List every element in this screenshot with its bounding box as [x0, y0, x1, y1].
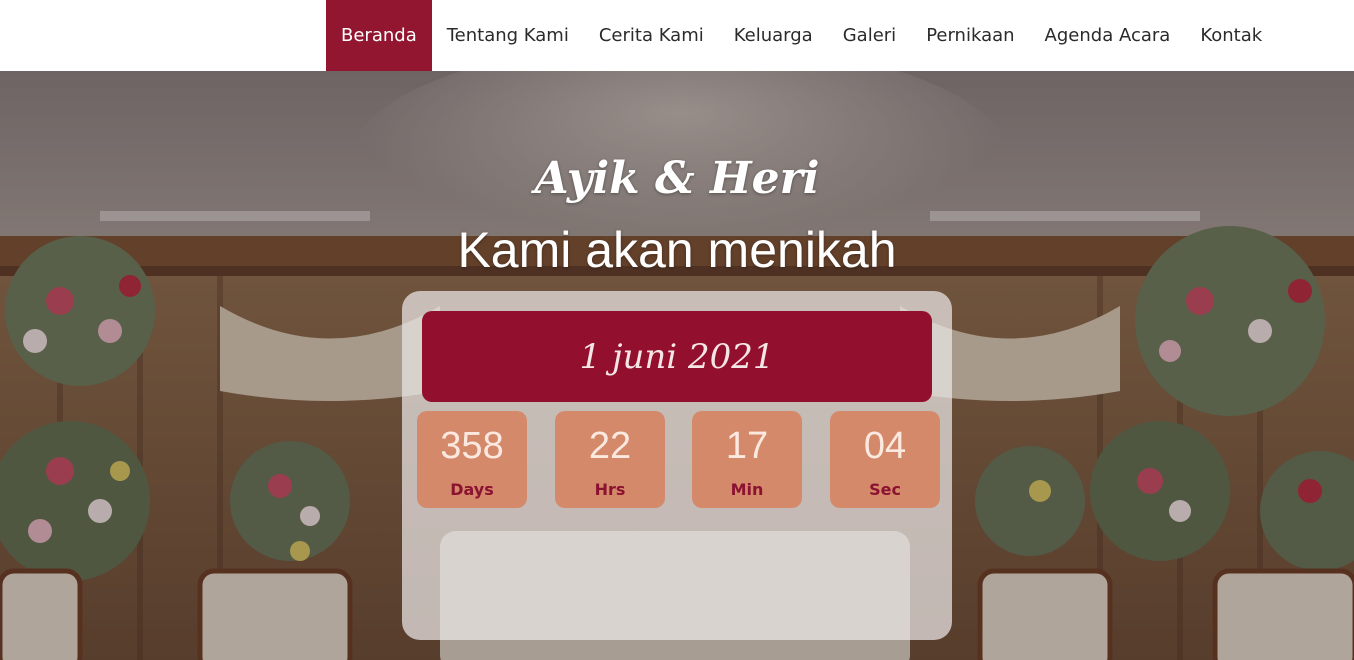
countdown-card: 1 juni 2021 358 Days 22 Hrs 17 Min 04 Se… — [402, 291, 952, 640]
countdown-seconds-label: Sec — [869, 480, 901, 499]
countdown-seconds-value: 04 — [863, 425, 907, 467]
countdown-hours-value: 22 — [588, 425, 632, 467]
top-navbar: Beranda Tentang Kami Cerita Kami Keluarg… — [0, 0, 1354, 71]
main-nav: Beranda Tentang Kami Cerita Kami Keluarg… — [326, 0, 1277, 71]
countdown-minutes-label: Min — [730, 480, 764, 499]
wedding-date: 1 juni 2021 — [422, 311, 932, 402]
nav-item-keluarga[interactable]: Keluarga — [719, 0, 828, 71]
nav-item-agenda-acara[interactable]: Agenda Acara — [1030, 0, 1186, 71]
countdown-minutes-value: 17 — [725, 425, 769, 467]
nav-item-beranda[interactable]: Beranda — [326, 0, 432, 71]
nav-item-galeri[interactable]: Galeri — [828, 0, 911, 71]
hero-tagline: Kami akan menikah — [457, 222, 897, 278]
countdown-tiles: 358 Days 22 Hrs 17 Min 04 Sec — [417, 411, 942, 508]
hero-section: Ayik & Heri Kami akan menikah 1 juni 202… — [0, 71, 1354, 660]
countdown-minutes: 17 Min — [692, 411, 802, 508]
nav-item-kontak[interactable]: Kontak — [1185, 0, 1277, 71]
countdown-hours-label: Hrs — [594, 480, 626, 499]
nav-item-pernikaan[interactable]: Pernikaan — [911, 0, 1029, 71]
countdown-hours: 22 Hrs — [555, 411, 665, 508]
countdown-days-label: Days — [450, 480, 494, 499]
nav-item-cerita-kami[interactable]: Cerita Kami — [584, 0, 719, 71]
countdown-seconds: 04 Sec — [830, 411, 940, 508]
nav-item-tentang-kami[interactable]: Tentang Kami — [432, 0, 584, 71]
couple-names: Ayik & Heri — [534, 153, 820, 204]
countdown-days-value: 358 — [440, 425, 504, 467]
countdown-days: 358 Days — [417, 411, 527, 508]
